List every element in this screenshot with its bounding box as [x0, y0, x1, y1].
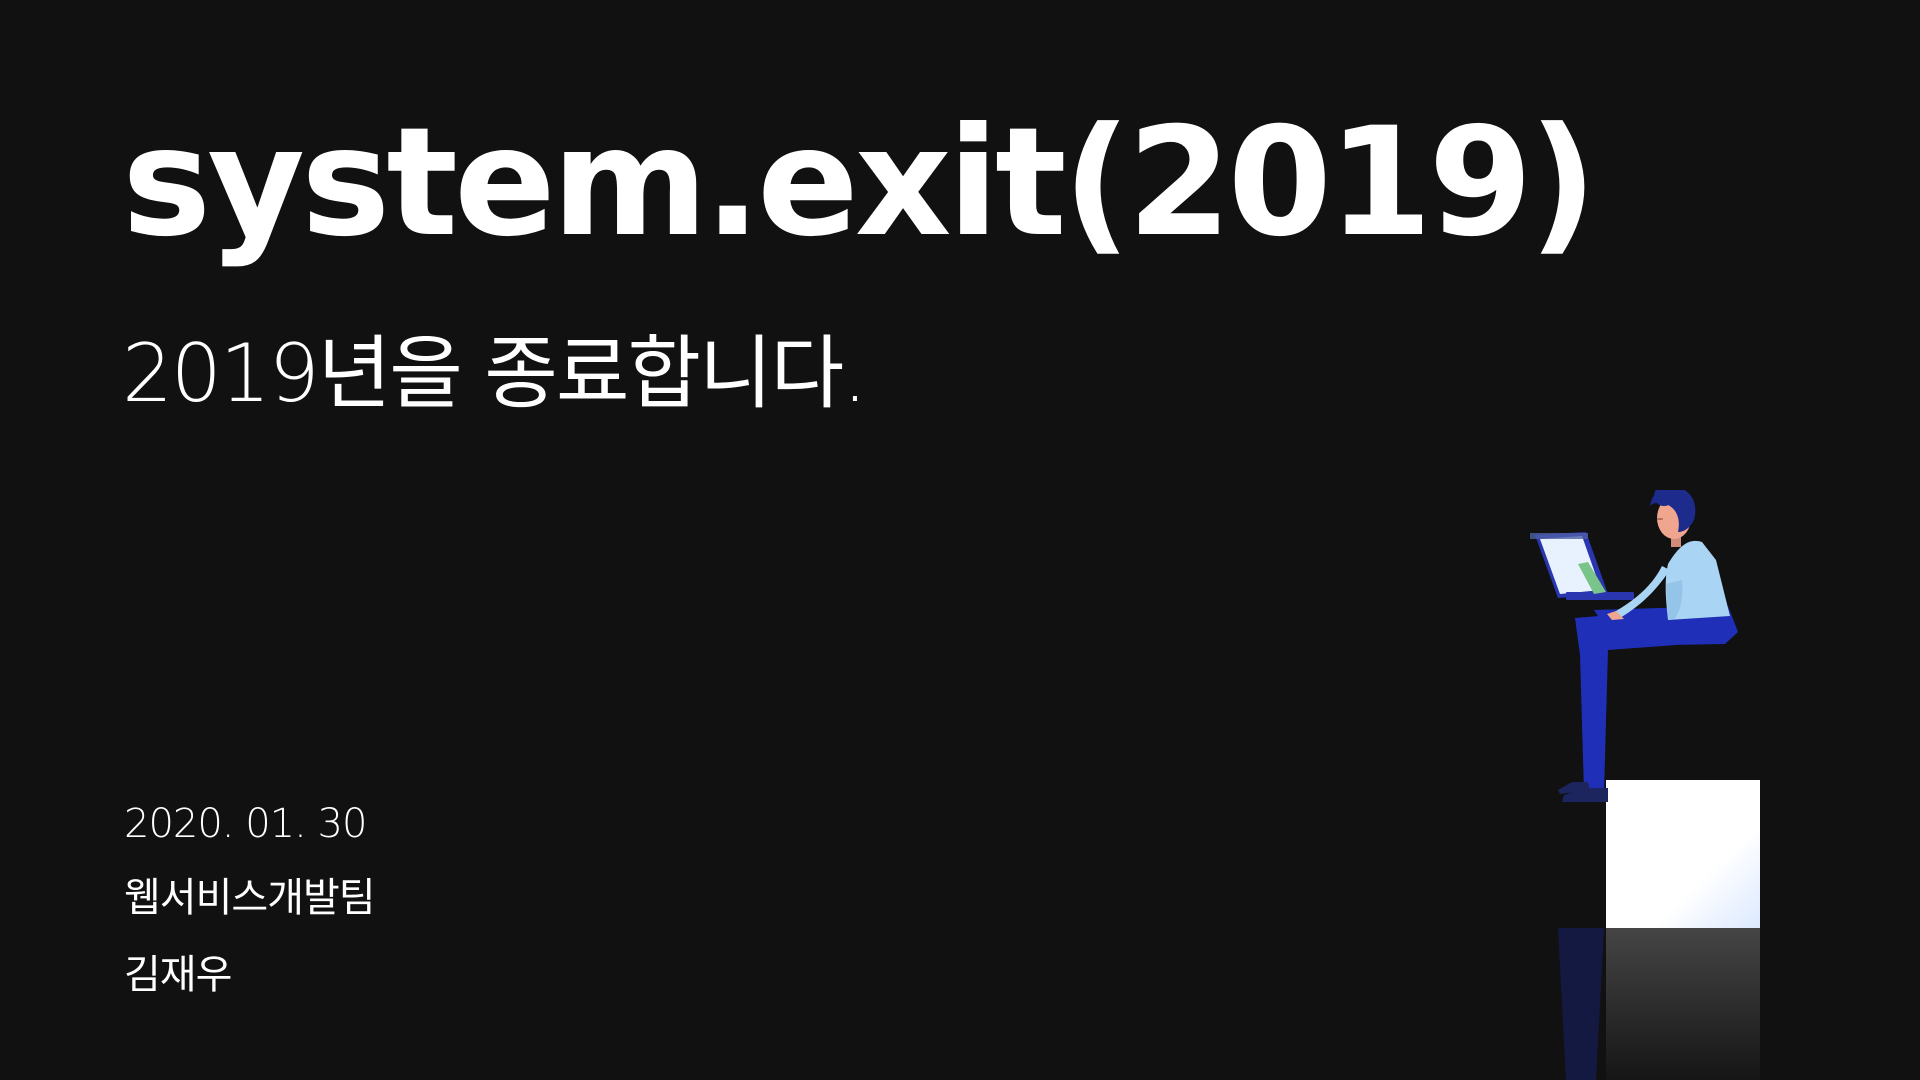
slide-title: system.exit(2019)	[122, 96, 1597, 270]
presenter-name: 김재우	[124, 952, 232, 998]
person-working-on-laptop-icon	[1480, 486, 1780, 1080]
slide: system.exit(2019) 2019년을 종료합니다. 2020. 01…	[0, 0, 1920, 1080]
presentation-date: 2020. 01. 30	[124, 801, 367, 847]
team-name: 웹서비스개발팀	[124, 875, 376, 921]
slide-subtitle: 2019년을 종료합니다.	[122, 327, 868, 420]
